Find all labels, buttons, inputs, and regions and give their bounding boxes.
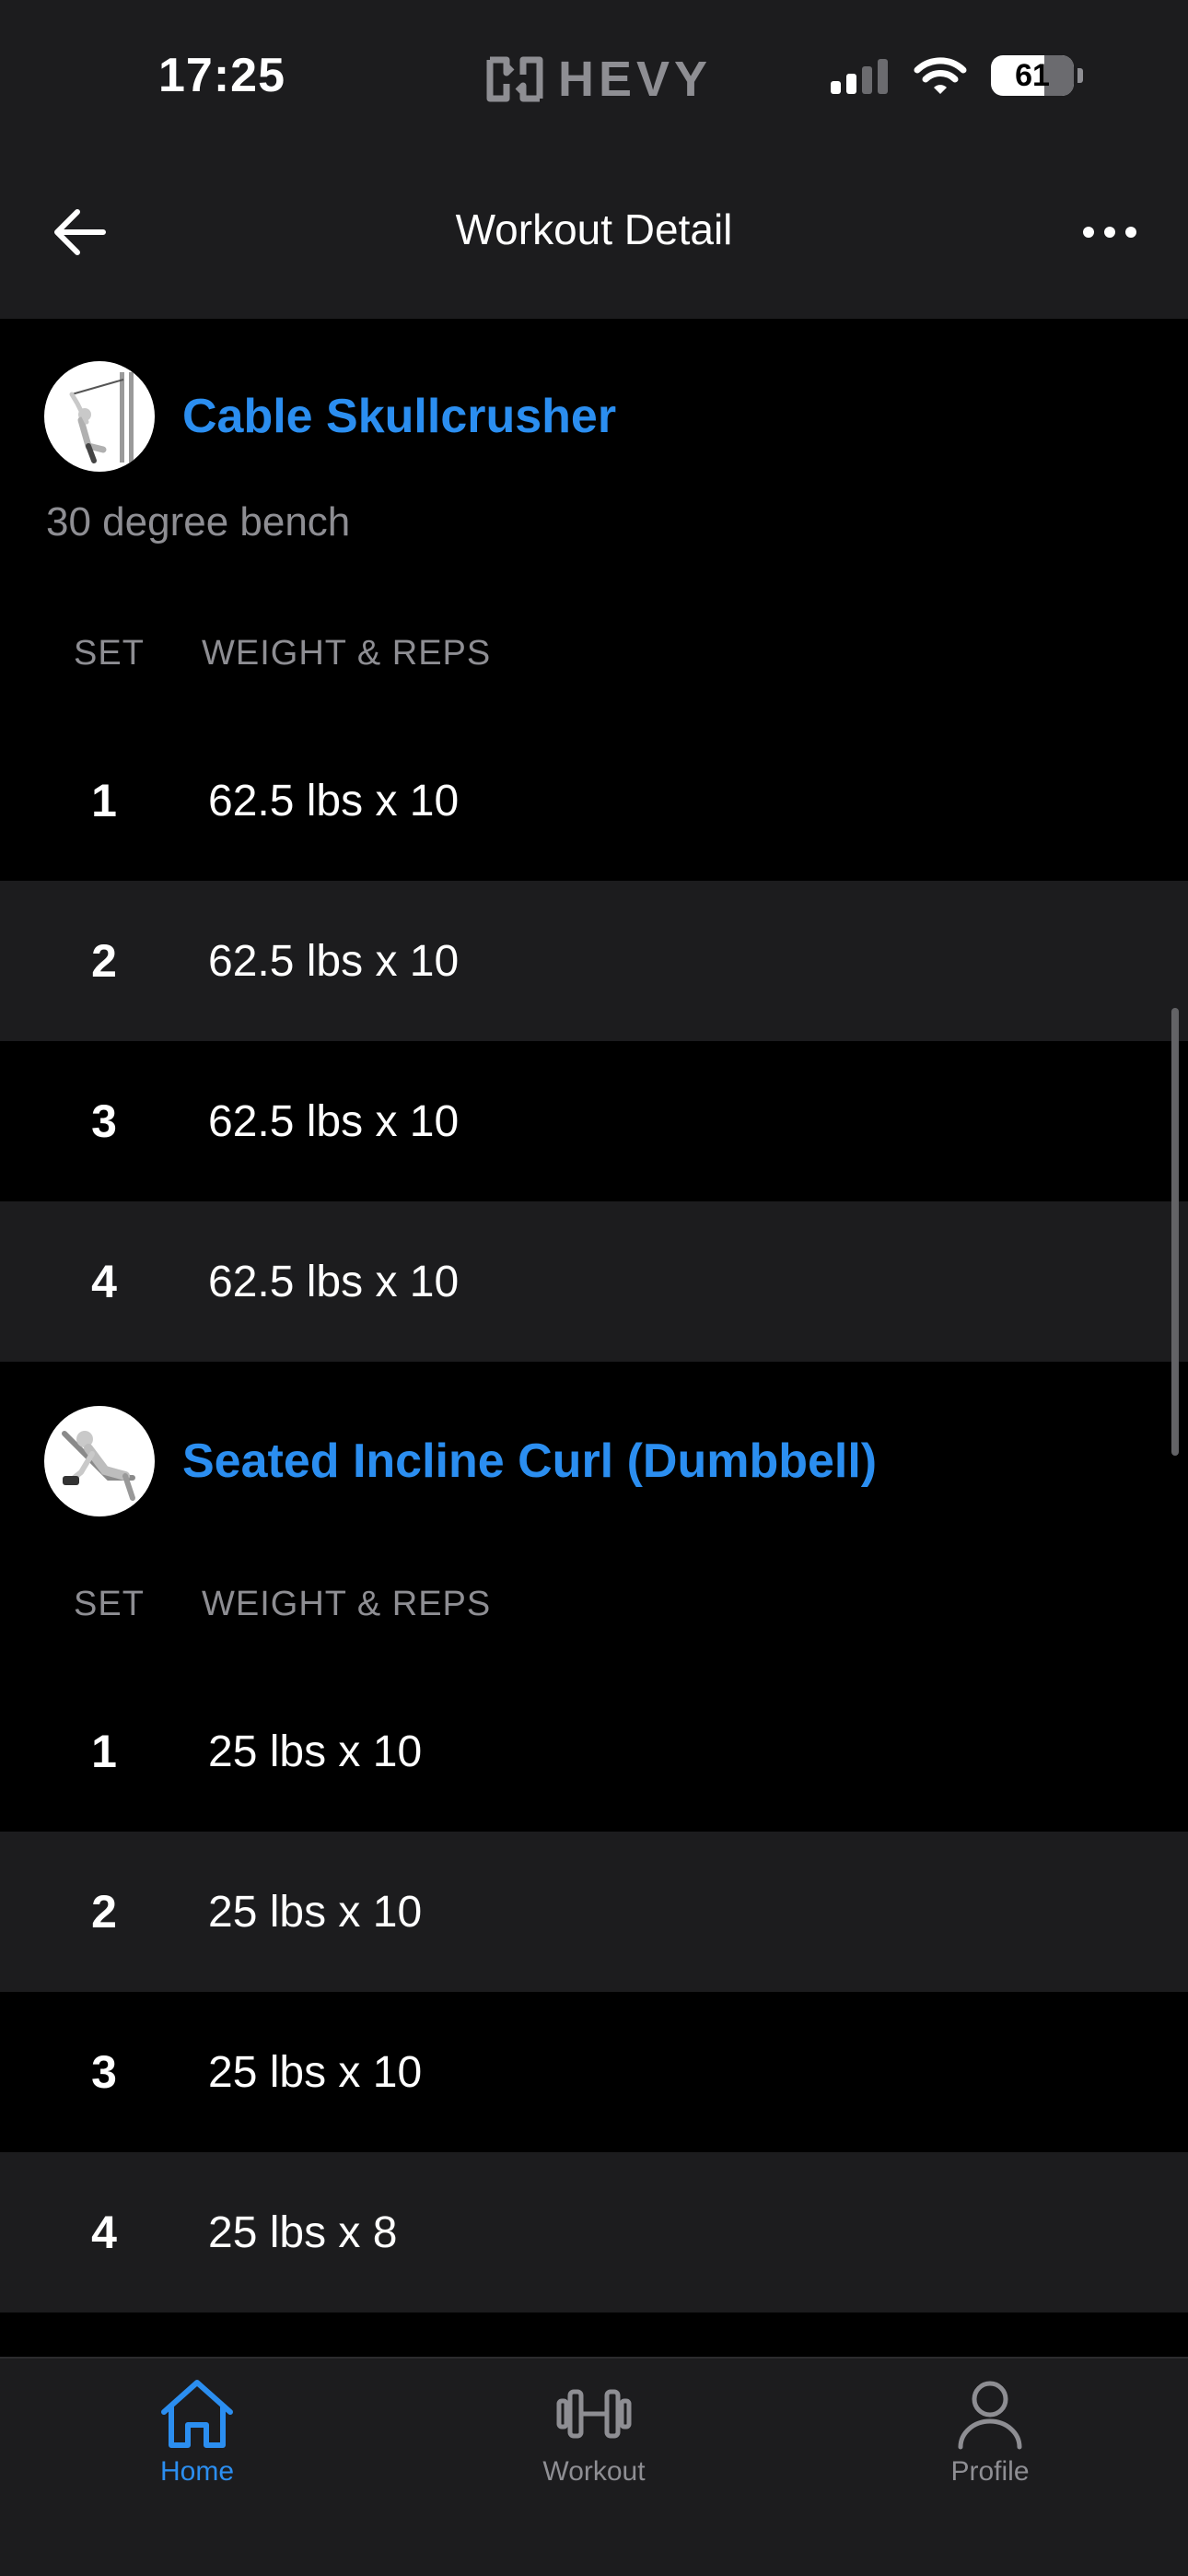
set-row: 2 62.5 lbs x 10 <box>0 881 1188 1041</box>
set-row: 4 62.5 lbs x 10 <box>0 1201 1188 1362</box>
dumbbell-icon <box>556 2389 632 2439</box>
set-weight-reps: 62.5 lbs x 10 <box>208 776 460 825</box>
exercise-name-link[interactable]: Seated Incline Curl (Dumbbell) <box>182 1434 877 1489</box>
set-weight-reps: 62.5 lbs x 10 <box>208 1096 460 1146</box>
battery-level: 61 <box>1015 57 1050 93</box>
cable-skullcrusher-illustration-icon <box>69 372 134 463</box>
workout-detail-screen: 17:25 HEVY 61 Workout Detail Cable Skull… <box>0 0 1188 2576</box>
tab-workout[interactable]: Workout <box>474 2377 714 2488</box>
set-weight-reps: 25 lbs x 8 <box>208 2207 398 2257</box>
tab-workout-label: Workout <box>542 2456 646 2487</box>
wifi-icon <box>914 57 967 94</box>
set-row: 1 62.5 lbs x 10 <box>0 720 1188 881</box>
column-header-set: SET <box>74 634 145 673</box>
more-options-button[interactable] <box>1068 195 1151 269</box>
home-icon <box>161 2380 233 2448</box>
set-row: 3 62.5 lbs x 10 <box>0 1041 1188 1201</box>
set-row: 3 25 lbs x 10 <box>0 1992 1188 2152</box>
bottom-tab-bar: Home Workout Profile <box>0 2357 1188 2576</box>
set-number: 3 <box>91 2046 117 2098</box>
set-number: 4 <box>91 2207 117 2258</box>
hevy-logo-icon <box>486 56 543 102</box>
set-number: 2 <box>91 1886 117 1938</box>
exercise-thumbnail[interactable] <box>44 361 155 472</box>
set-number: 1 <box>91 775 117 826</box>
nav-header: Workout Detail <box>0 164 1188 319</box>
set-weight-reps: 25 lbs x 10 <box>208 1887 423 1937</box>
set-row: 4 25 lbs x 8 <box>0 2152 1188 2313</box>
more-horizontal-icon <box>1083 227 1136 238</box>
cellular-signal-icon <box>831 59 888 94</box>
battery-icon: 61 <box>991 55 1074 96</box>
tab-home-label: Home <box>159 2456 235 2487</box>
battery-indicator: 61 <box>991 55 1083 96</box>
brand-logo: HEVY <box>484 52 712 107</box>
status-time: 17:25 <box>158 49 285 102</box>
exercise-name-link[interactable]: Cable Skullcrusher <box>182 389 616 444</box>
set-number: 4 <box>91 1256 117 1307</box>
set-weight-reps: 62.5 lbs x 10 <box>208 936 460 986</box>
scrollbar[interactable] <box>1171 1008 1179 1456</box>
exercise-note: 30 degree bench <box>46 499 351 544</box>
profile-icon <box>958 2381 1022 2450</box>
status-bar: 17:25 HEVY 61 <box>0 0 1188 164</box>
set-weight-reps: 62.5 lbs x 10 <box>208 1257 460 1306</box>
set-row: 2 25 lbs x 10 <box>0 1832 1188 1992</box>
exercise-thumbnail[interactable] <box>44 1406 155 1516</box>
set-number: 3 <box>91 1095 117 1147</box>
status-indicators: 61 <box>829 55 1083 96</box>
tab-profile[interactable]: Profile <box>870 2377 1110 2488</box>
brand-text: HEVY <box>558 52 713 107</box>
set-number: 1 <box>91 1726 117 1777</box>
column-header-weight-reps: WEIGHT & REPS <box>202 1585 492 1623</box>
set-weight-reps: 25 lbs x 10 <box>208 2047 423 2097</box>
set-weight-reps: 25 lbs x 10 <box>208 1727 423 1776</box>
tab-home[interactable]: Home <box>77 2377 317 2488</box>
tab-profile-label: Profile <box>950 2456 1030 2487</box>
page-title: Workout Detail <box>455 205 733 253</box>
set-row: 1 25 lbs x 10 <box>0 1671 1188 1832</box>
column-header-weight-reps: WEIGHT & REPS <box>202 634 492 673</box>
set-number: 2 <box>91 935 117 987</box>
incline-curl-illustration-icon <box>62 1431 135 1501</box>
column-header-set: SET <box>74 1585 145 1623</box>
